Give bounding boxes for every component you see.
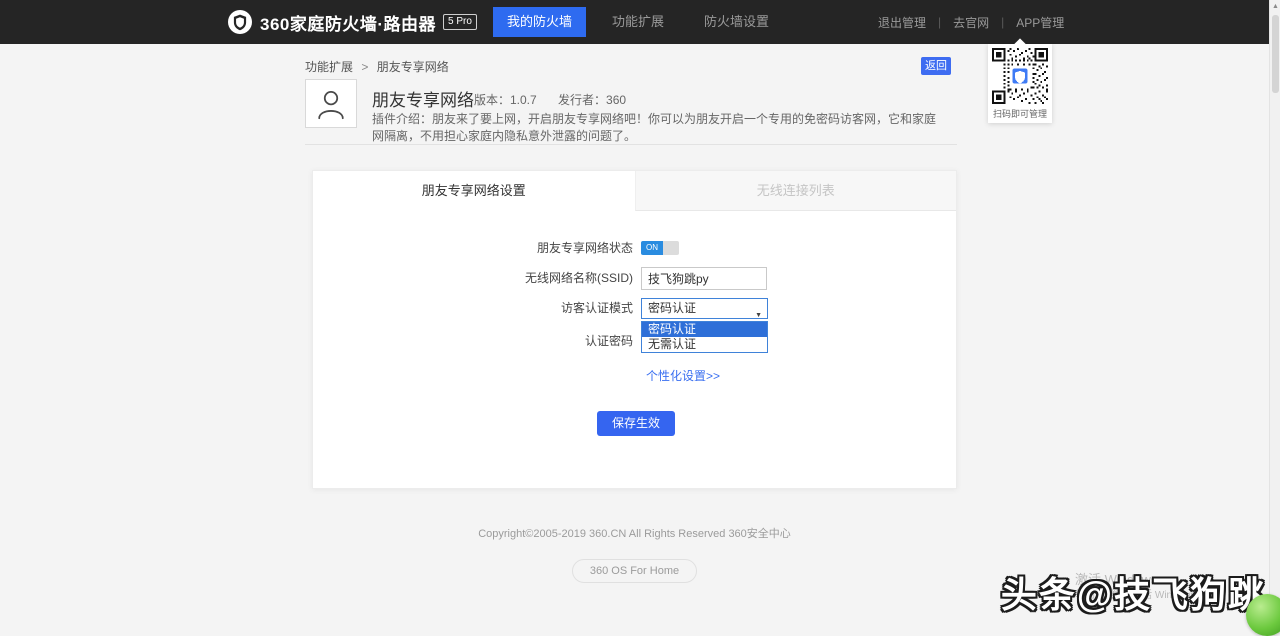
divider (305, 144, 957, 145)
plugin-icon-box (305, 79, 357, 128)
tab-wireless-list[interactable]: 无线连接列表 (635, 171, 957, 211)
qr-code (992, 48, 1048, 104)
brand: 360家庭防火墙·路由器 5 Pro (228, 0, 477, 44)
app-manage-link[interactable]: APP管理 (1016, 14, 1064, 31)
floating-green-badge (1246, 594, 1280, 636)
nav-item-my-firewall[interactable]: 我的防火墙 (493, 7, 586, 37)
official-site-link[interactable]: 去官网 (953, 14, 989, 31)
plugin-meta: 版本：1.0.7 发行者：360 (474, 91, 644, 108)
logout-link[interactable]: 退出管理 (878, 14, 926, 31)
plugin-version: 版本：1.0.7 (474, 93, 537, 107)
nav-separator: | (938, 15, 941, 29)
os-version-badge: 360 OS For Home (572, 559, 697, 583)
password-label: 认证密码 (421, 330, 633, 353)
save-button[interactable]: 保存生效 (597, 411, 675, 436)
scrollbar-thumb[interactable] (1272, 15, 1279, 93)
nav-item-firewall-settings[interactable]: 防火墙设置 (690, 7, 783, 37)
plugin-title: 朋友专享网络 (372, 86, 474, 111)
scrollbar[interactable]: ▲ (1269, 0, 1280, 624)
breadcrumb-current: 朋友专享网络 (377, 60, 449, 74)
plugin-description: 插件介绍：朋友来了要上网，开启朋友专享网络吧！你可以为朋友开启一个专用的免密码访… (372, 110, 947, 144)
shield-logo-icon (228, 10, 252, 34)
auth-mode-dropdown: 密码认证 无需认证 (641, 321, 768, 353)
qr-caption: 扫码即可管理 (992, 107, 1048, 120)
copyright-text: Copyright©2005-2019 360.CN All Rights Re… (0, 525, 1269, 541)
nav-separator: | (1001, 15, 1004, 29)
tab-network-settings[interactable]: 朋友专享网络设置 (313, 171, 635, 211)
nav-item-extensions[interactable]: 功能扩展 (598, 7, 678, 37)
auth-mode-label: 访客认证模式 (421, 298, 633, 319)
ssid-label: 无线网络名称(SSID) (421, 267, 633, 290)
person-icon (313, 87, 349, 121)
brand-title: 360家庭防火墙·路由器 (260, 10, 436, 35)
brand-version-badge: 5 Pro (443, 14, 477, 30)
breadcrumb-separator: > (361, 60, 368, 74)
channel-watermark: 头条@技飞狗跳 (1001, 566, 1266, 618)
breadcrumb: 功能扩展 > 朋友专享网络 (305, 58, 449, 75)
dropdown-option-password-auth[interactable]: 密码认证 (642, 322, 767, 337)
card-tabs: 朋友专享网络设置 无线连接列表 (313, 171, 956, 211)
top-navbar: 360家庭防火墙·路由器 5 Pro 我的防火墙 功能扩展 防火墙设置 退出管理… (0, 0, 1269, 44)
back-button[interactable]: 返回 (921, 57, 951, 75)
network-status-toggle[interactable]: ON (641, 241, 679, 255)
ssid-input[interactable] (641, 267, 767, 290)
scroll-up-arrow[interactable]: ▲ (1270, 0, 1280, 14)
nav-right-menu: 退出管理 | 去官网 | APP管理 (878, 0, 1064, 44)
dropdown-option-no-auth[interactable]: 无需认证 (642, 337, 767, 352)
personalize-settings-link[interactable]: 个性化设置>> (646, 367, 720, 384)
qr-popup: 扫码即可管理 (988, 44, 1052, 123)
toggle-off-segment (663, 241, 679, 255)
main-nav: 我的防火墙 功能扩展 防火墙设置 (493, 0, 783, 44)
toggle-on-segment: ON (641, 241, 663, 255)
settings-card: 朋友专享网络设置 无线连接列表 朋友专享网络状态 ON 无线网络名称(SSID)… (312, 170, 957, 489)
auth-mode-select[interactable]: 密码认证 ▼ (641, 298, 768, 319)
status-label: 朋友专享网络状态 (421, 241, 633, 255)
breadcrumb-parent[interactable]: 功能扩展 (305, 60, 353, 74)
auth-mode-selected-value: 密码认证 (648, 301, 696, 315)
page: 360家庭防火墙·路由器 5 Pro 我的防火墙 功能扩展 防火墙设置 退出管理… (0, 0, 1280, 624)
plugin-publisher: 发行者：360 (558, 93, 626, 107)
